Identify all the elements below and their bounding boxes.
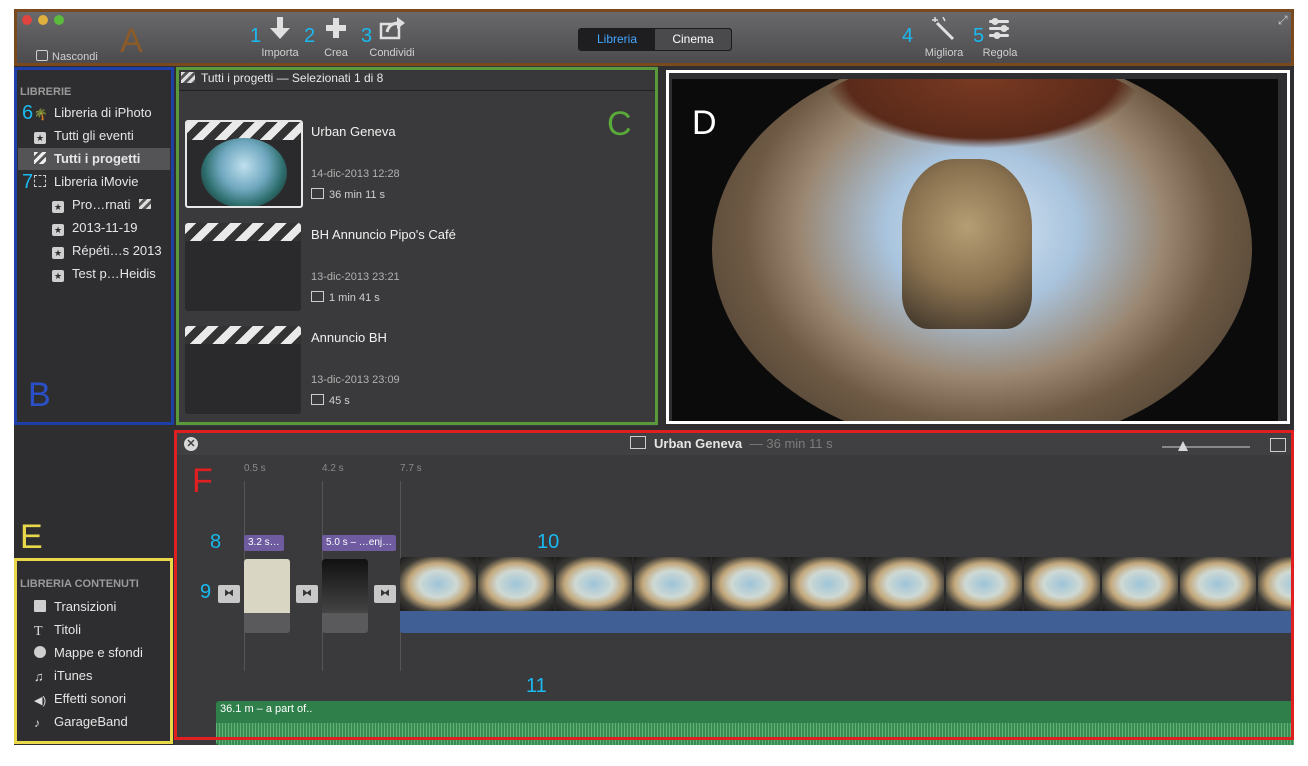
annotation-number: 7: [22, 171, 34, 193]
annotation-box-c: [176, 67, 658, 425]
annotation-letter-b: B: [28, 376, 51, 414]
annotation-letter-d: D: [692, 104, 717, 142]
annotation-letter-a: A: [120, 22, 143, 60]
annotation-number: 10: [537, 531, 560, 553]
annotation-letter-f: F: [192, 462, 213, 500]
annotation-box-a: [14, 9, 1294, 66]
annotation-box-e: [14, 558, 173, 744]
annotation-letter-e: E: [20, 518, 43, 556]
annotation-box-b: [14, 67, 174, 425]
annotation-number: 2: [304, 25, 316, 47]
annotation-number: 11: [526, 675, 547, 697]
annotation-number: 6: [22, 102, 34, 124]
annotation-number: 4: [902, 25, 914, 47]
annotation-box-d: [666, 70, 1290, 424]
annotation-number: 5: [973, 25, 985, 47]
annotation-number: 8: [210, 531, 222, 553]
annotation-number: 9: [200, 581, 212, 603]
annotation-number: 3: [361, 25, 373, 47]
annotation-box-f: [174, 430, 1294, 740]
annotation-number: 1: [250, 25, 262, 47]
annotation-letter-c: C: [607, 105, 632, 143]
